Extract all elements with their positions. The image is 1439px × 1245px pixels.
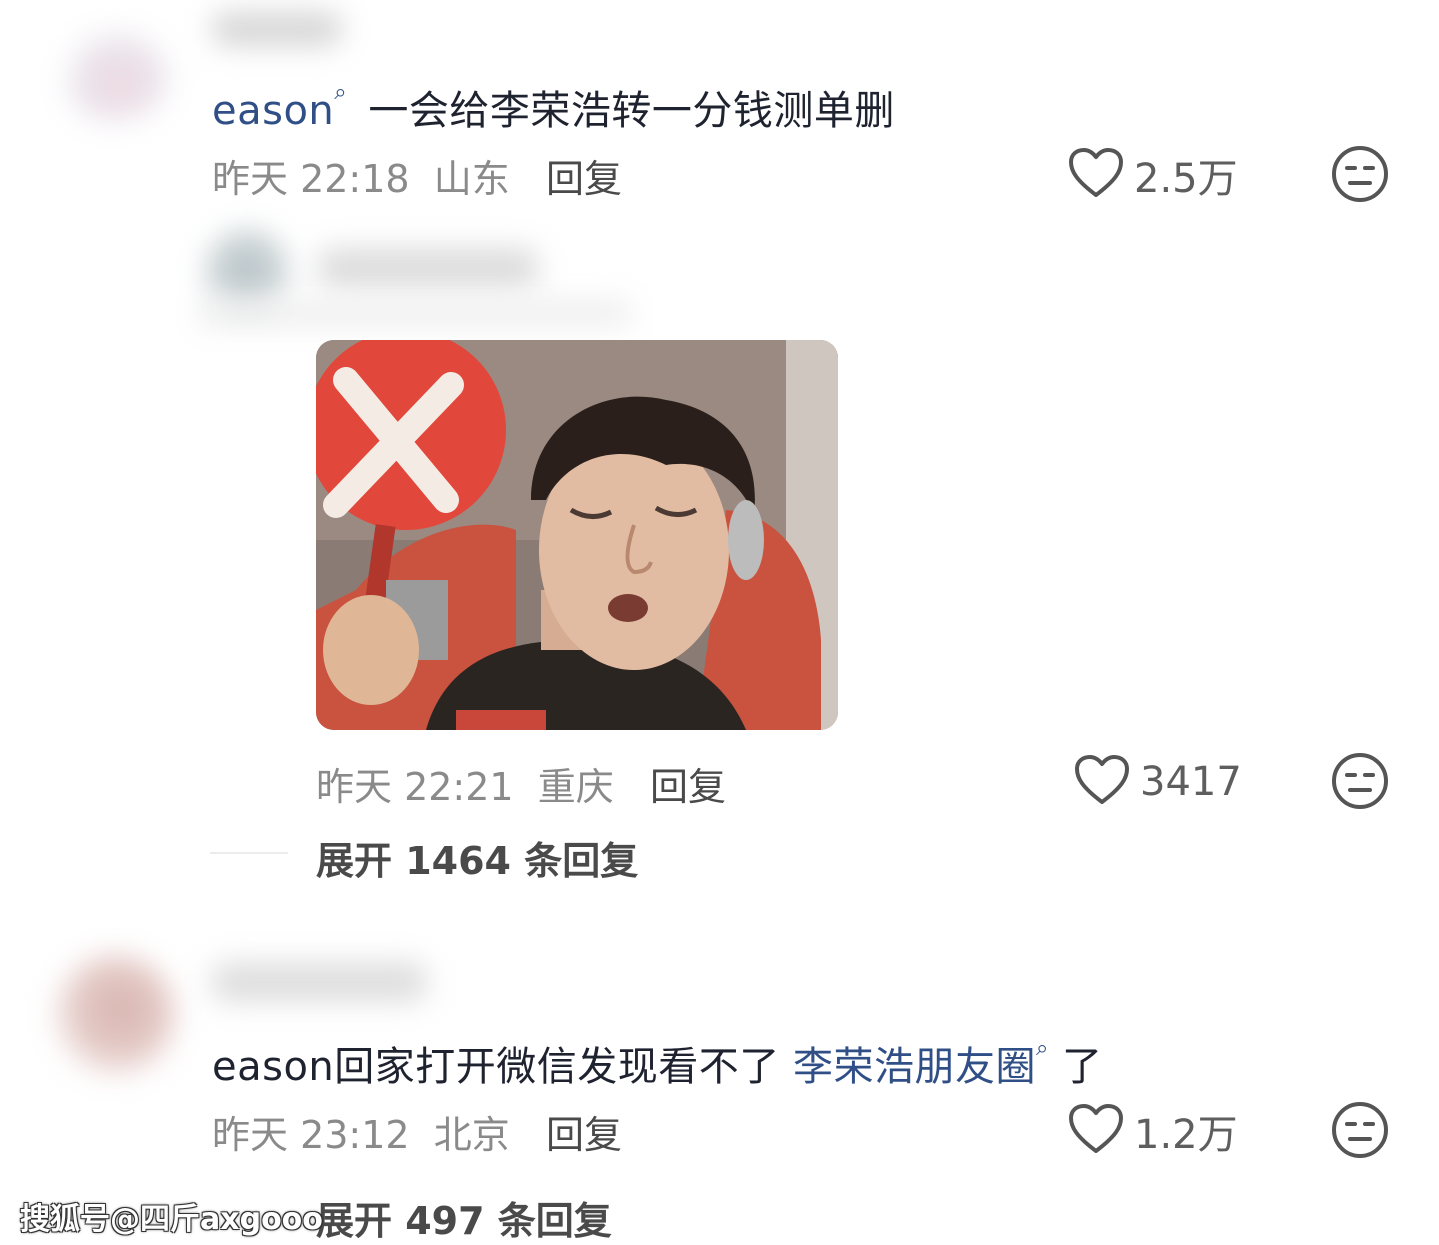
timestamp: 昨天 22:21	[316, 765, 514, 809]
watermark: 搜狐号@四斤axgooo	[20, 1202, 323, 1237]
location: 山东	[433, 157, 510, 201]
like-count: 1.2万	[1134, 1112, 1238, 1158]
comment-meta: 昨天 22:21 重庆	[316, 756, 614, 811]
expand-replies-button[interactable]: 展开 497 条回复	[316, 1190, 612, 1245]
dislike-icon[interactable]	[1330, 1100, 1390, 1164]
reply-button[interactable]: 回复	[650, 756, 726, 811]
avatar[interactable]	[58, 30, 170, 120]
timestamp: 昨天 23:12	[212, 1113, 410, 1157]
like-count: 3417	[1140, 759, 1242, 805]
timestamp: 昨天 22:18	[212, 157, 410, 201]
dislike-icon[interactable]	[1330, 751, 1390, 815]
location: 北京	[433, 1113, 510, 1157]
heart-icon	[1068, 1103, 1124, 1159]
search-icon[interactable]: ⌕	[1036, 1036, 1049, 1061]
like-button[interactable]: 2.5万	[1068, 146, 1238, 204]
location: 重庆	[537, 765, 614, 809]
blurred-strip	[200, 300, 630, 326]
like-count: 2.5万	[1134, 156, 1238, 202]
sticker-image[interactable]	[316, 340, 838, 730]
comment-text: eason回家打开微信发现看不了 李荣浩朋友圈⌕ 了	[212, 1034, 1103, 1092]
comment-text: eason⌕ 一会给李荣浩转一分钱测单删	[212, 78, 895, 136]
expand-divider	[210, 852, 288, 854]
username-blurred	[212, 962, 427, 1002]
comment-body: eason回家打开微信发现看不了	[212, 1044, 793, 1090]
search-link[interactable]: 李荣浩朋友圈	[793, 1044, 1036, 1090]
search-icon[interactable]: ⌕	[334, 80, 347, 105]
username-blurred	[212, 12, 342, 46]
comment-body: 一会给李荣浩转一分钱测单删	[368, 88, 895, 134]
username-blurred	[318, 248, 538, 288]
dislike-icon[interactable]	[1330, 144, 1390, 208]
comment-meta: 昨天 23:12 北京	[212, 1104, 510, 1159]
mention-eason[interactable]: eason	[212, 88, 334, 134]
comment-body-suffix: 了	[1048, 1044, 1103, 1090]
like-button[interactable]: 3417	[1074, 754, 1242, 810]
reply-button[interactable]: 回复	[546, 148, 622, 203]
expand-replies-button[interactable]: 展开 1464 条回复	[316, 830, 638, 885]
avatar[interactable]	[55, 955, 175, 1075]
like-button[interactable]: 1.2万	[1068, 1102, 1238, 1160]
heart-icon	[1068, 147, 1124, 203]
comment-meta: 昨天 22:18 山东	[212, 148, 510, 203]
heart-icon	[1074, 754, 1130, 810]
reply-button[interactable]: 回复	[546, 1104, 622, 1159]
